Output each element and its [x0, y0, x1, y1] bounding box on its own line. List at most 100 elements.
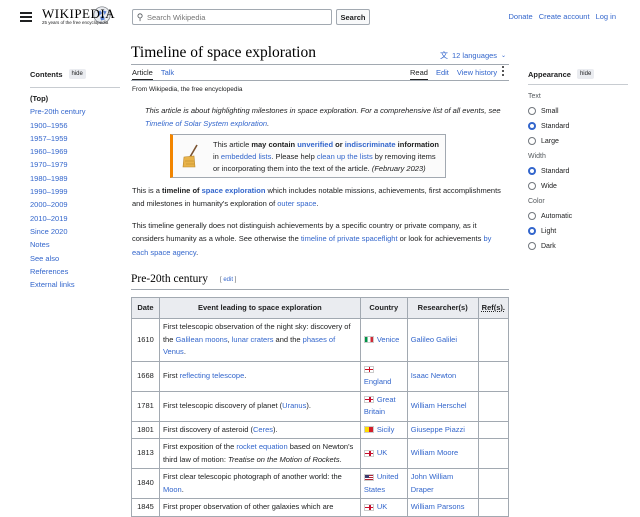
toc-item-notes[interactable]: Notes [30, 238, 120, 251]
event-link[interactable]: Uranus [282, 401, 306, 410]
toc-item-top[interactable]: (Top) [30, 92, 120, 105]
more-tools-icon[interactable] [502, 66, 506, 78]
tab-edit[interactable]: Edit [436, 68, 449, 80]
toc-item-external-links[interactable]: External links [30, 278, 120, 291]
toc-item-1957-1959[interactable]: 1957–1959 [30, 132, 120, 145]
main-menu-icon[interactable] [20, 12, 32, 22]
unverified-link[interactable]: unverified [297, 140, 333, 149]
option-color-light[interactable]: Light [528, 227, 628, 235]
tab-view-history[interactable]: View history [457, 68, 497, 80]
country-link[interactable]: UK [377, 448, 387, 457]
col-country[interactable]: Country [359, 297, 408, 319]
toc-hide-button[interactable]: hide [68, 69, 86, 79]
private-spaceflight-link[interactable]: timeline of private spaceflight [301, 234, 398, 243]
country-link[interactable]: Venice [377, 335, 400, 344]
create-account-link[interactable]: Create account [539, 12, 590, 21]
cell-event: First clear telescopic photograph of ano… [158, 468, 361, 499]
toc-item-since-2020[interactable]: Since 2020 [30, 225, 120, 238]
col-refs[interactable]: Ref(s). [477, 297, 510, 319]
researcher-link[interactable]: Giuseppe Piazzi [411, 425, 465, 434]
event-link[interactable]: rocket equation [236, 442, 287, 451]
flag-si-icon [363, 426, 374, 434]
researcher-link[interactable]: John William Draper [411, 472, 454, 494]
table-row: 1610 First telescopic observation of the … [131, 318, 510, 362]
researcher-link[interactable]: Isaac Newton [411, 371, 456, 380]
radio-icon[interactable] [528, 182, 536, 190]
flag-gb-icon [363, 396, 374, 404]
option-text-large[interactable]: Large [528, 137, 628, 145]
cell-researcher: Galileo Galilei [406, 318, 479, 362]
radio-icon[interactable] [528, 137, 536, 145]
indiscriminate-link[interactable]: indiscriminate [345, 140, 396, 149]
language-button[interactable]: 文 12 languages ⌄ [440, 50, 506, 61]
tab-read[interactable]: Read [410, 68, 428, 80]
option-color-dark[interactable]: Dark [528, 242, 628, 250]
radio-icon[interactable] [528, 242, 536, 250]
toc-item-references[interactable]: References [30, 265, 120, 278]
researcher-link[interactable]: William Parsons [411, 502, 465, 511]
option-width-wide[interactable]: Wide [528, 182, 628, 190]
country-link[interactable]: UK [377, 502, 387, 511]
radio-icon[interactable] [528, 122, 536, 130]
country-link[interactable]: England [364, 377, 392, 386]
toc-item-1980-1989[interactable]: 1980–1989 [30, 172, 120, 185]
researcher-link[interactable]: William Herschel [411, 401, 467, 410]
toc-item-1960-1969[interactable]: 1960–1969 [30, 145, 120, 158]
cleanup-notice-text: This article may contain unverified or i… [213, 139, 443, 175]
researcher-link[interactable]: Galileo Galilei [411, 335, 457, 344]
tab-article[interactable]: Article [132, 68, 153, 80]
option-text-standard[interactable]: Standard [528, 122, 628, 130]
cell-researcher: William Herschel [406, 390, 479, 422]
search-box[interactable]: ⚲ [132, 9, 332, 25]
col-event[interactable]: Event leading to space exploration [158, 297, 361, 319]
toc-item-pre-20th-century[interactable]: Pre-20th century [30, 105, 120, 118]
notice-t7: in [213, 152, 221, 161]
event-text: First clear telescopic photograph of ano… [162, 472, 342, 481]
toc-item-1990-1999[interactable]: 1990–1999 [30, 185, 120, 198]
radio-icon[interactable] [528, 107, 536, 115]
radio-icon[interactable] [528, 212, 536, 220]
radio-icon[interactable] [528, 167, 536, 175]
space-exploration-link[interactable]: space exploration [202, 186, 266, 195]
country-link[interactable]: Sicily [377, 425, 395, 434]
section-edit-link[interactable]: [ edit ] [220, 277, 236, 283]
option-text-small[interactable]: Small [528, 107, 628, 115]
cell-country: England [359, 360, 408, 392]
toc-item-see-also[interactable]: See also [30, 252, 120, 265]
cell-event: First exposition of the rocket equation … [158, 438, 361, 469]
cell-country: UK [359, 498, 408, 517]
cell-date: 1668 [131, 360, 160, 392]
researcher-link[interactable]: William Moore [411, 448, 459, 457]
tab-talk[interactable]: Talk [161, 68, 174, 80]
appearance-hide-button[interactable]: hide [576, 69, 595, 79]
cell-event: First telescopic observation of the nigh… [158, 318, 361, 362]
hatnote-link[interactable]: Timeline of Solar System exploration [145, 119, 267, 128]
option-width-standard[interactable]: Standard [528, 167, 628, 175]
col-date[interactable]: Date [131, 297, 160, 319]
toc-item-1970-1979[interactable]: 1970–1979 [30, 158, 120, 171]
event-link[interactable]: Moon [163, 485, 182, 494]
cell-date: 1840 [131, 468, 160, 499]
event-link[interactable]: Galilean moons [175, 335, 227, 344]
login-link[interactable]: Log in [596, 12, 616, 21]
outer-space-link[interactable]: outer space [277, 199, 316, 208]
embedded-lists-link[interactable]: embedded lists [221, 152, 271, 161]
toc-item-2010-2019[interactable]: 2010–2019 [30, 212, 120, 225]
cleanup-notice: This article may contain unverified or i… [170, 134, 446, 178]
event-link[interactable]: reflecting telescope [180, 371, 245, 380]
search-button[interactable]: Search [336, 9, 370, 25]
radio-icon[interactable] [528, 227, 536, 235]
toc-item-2000-2009[interactable]: 2000–2009 [30, 198, 120, 211]
option-color-automatic[interactable]: Automatic [528, 212, 628, 220]
event-link[interactable]: Ceres [253, 425, 273, 434]
notice-t4: or [333, 140, 345, 149]
search-input[interactable] [147, 12, 317, 22]
col-researcher[interactable]: Researcher(s) [406, 297, 479, 319]
event-link[interactable]: lunar craters [232, 335, 274, 344]
appearance-panel: Appearance hide Text Small Standard Large Wi… [528, 69, 628, 250]
clean-up-lists-link[interactable]: clean up the lists [317, 152, 373, 161]
section-edit-text[interactable]: edit [223, 277, 233, 283]
donate-link[interactable]: Donate [509, 12, 533, 21]
cell-refs [477, 468, 510, 499]
toc-item-1900-1956[interactable]: 1900–1956 [30, 119, 120, 132]
